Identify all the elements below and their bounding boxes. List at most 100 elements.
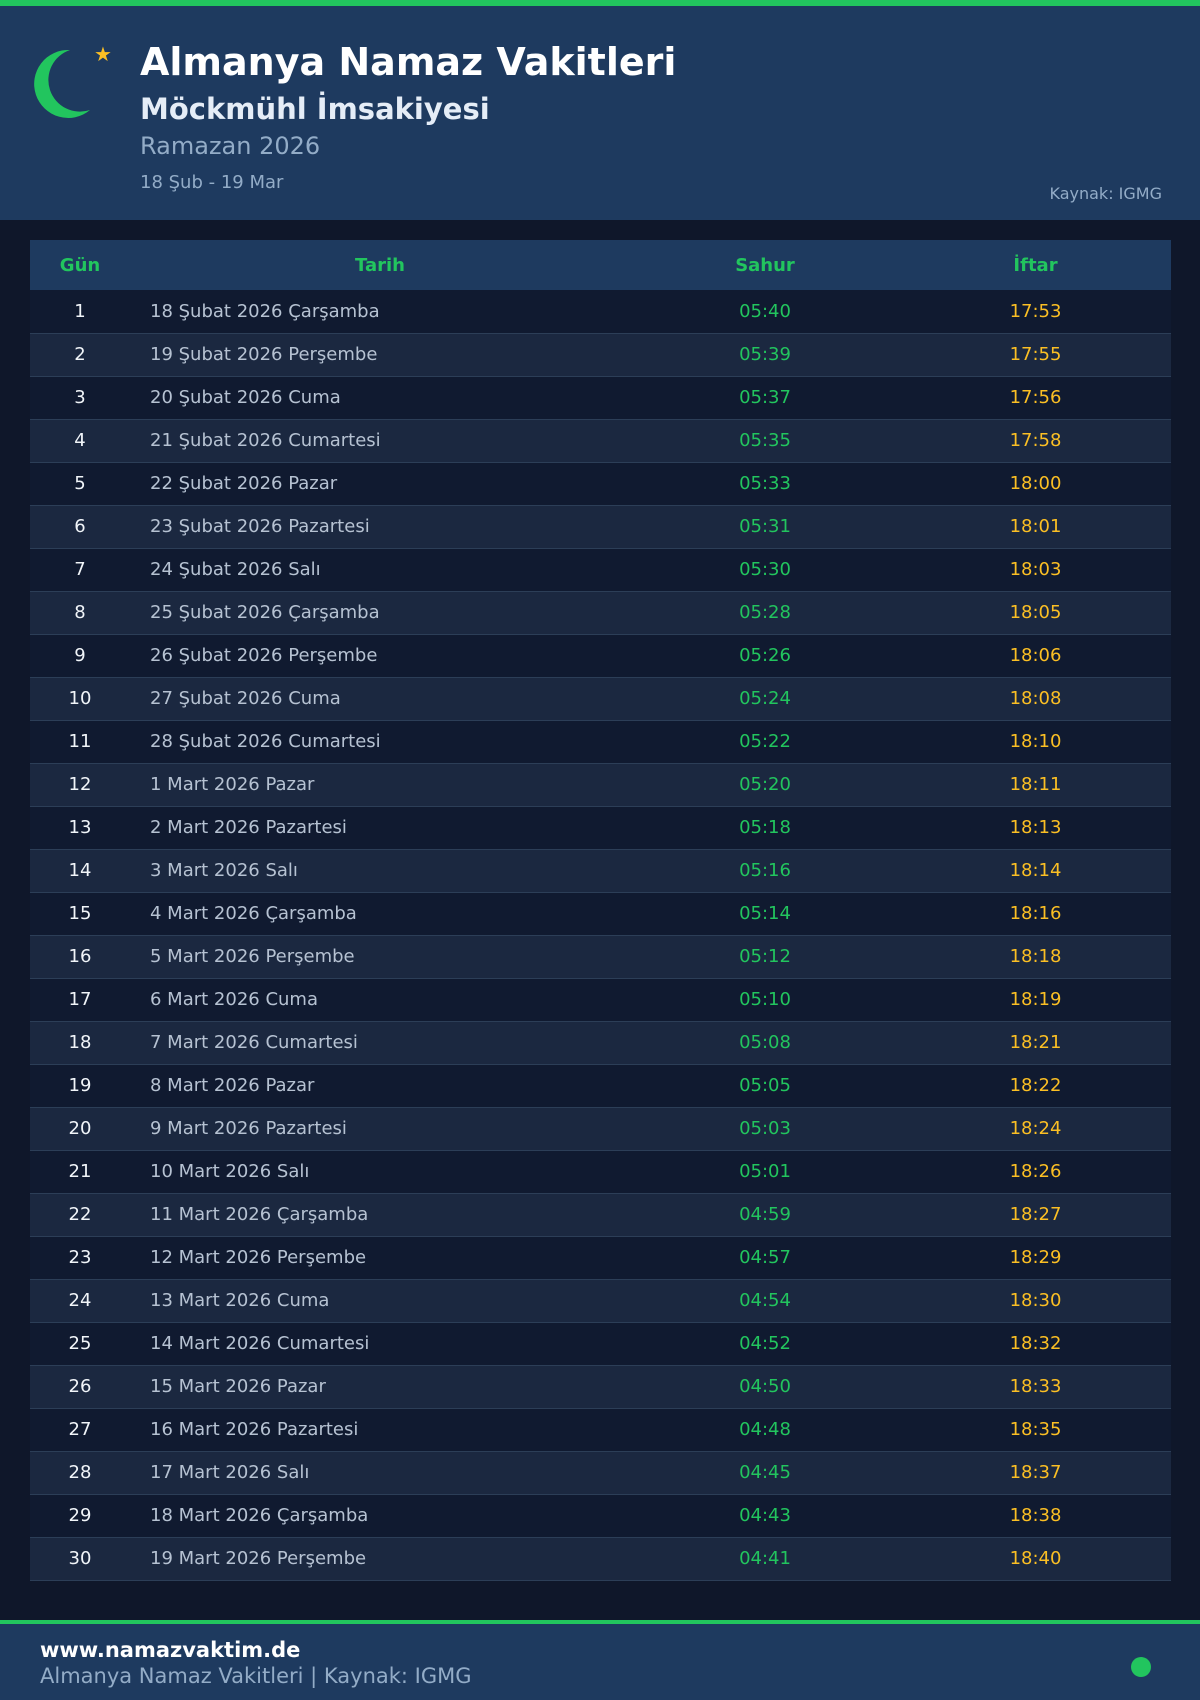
cell-day: 3	[74, 387, 86, 408]
table-row: 3 20 Şubat 2026 Cuma 05:37 17:56	[30, 376, 1171, 419]
cell-day: 5	[74, 473, 86, 494]
cell-sahur: 05:18	[739, 817, 791, 838]
table-row: 21 10 Mart 2026 Salı 05:01 18:26	[30, 1150, 1171, 1193]
cell-date: 3 Mart 2026 Salı	[150, 860, 298, 881]
cell-sahur: 05:12	[739, 946, 791, 967]
cell-day: 26	[68, 1376, 92, 1397]
cell-iftar: 18:27	[1009, 1204, 1062, 1225]
table-row: 12 1 Mart 2026 Pazar 05:20 18:11	[30, 763, 1171, 806]
cell-sahur: 04:50	[739, 1376, 791, 1397]
cell-date: 19 Mart 2026 Perşembe	[150, 1548, 367, 1569]
cell-date: 26 Şubat 2026 Perşembe	[150, 645, 378, 666]
cell-iftar: 18:13	[1009, 817, 1062, 838]
cell-sahur: 05:26	[739, 645, 791, 666]
cell-date: 6 Mart 2026 Cuma	[150, 989, 318, 1010]
cell-sahur: 04:45	[739, 1462, 791, 1483]
cell-sahur: 05:37	[739, 387, 791, 408]
cell-day: 15	[68, 903, 92, 924]
cell-iftar: 18:00	[1009, 473, 1062, 494]
cell-date: 7 Mart 2026 Cumartesi	[150, 1032, 358, 1053]
cell-iftar: 18:30	[1009, 1290, 1062, 1311]
table-row: 5 22 Şubat 2026 Pazar 05:33 18:00	[30, 462, 1171, 505]
table-row: 1 18 Şubat 2026 Çarşamba 05:40 17:53	[30, 290, 1171, 333]
cell-iftar: 18:35	[1009, 1419, 1062, 1440]
cell-day: 19	[68, 1075, 92, 1096]
cell-date: 10 Mart 2026 Salı	[150, 1161, 310, 1182]
cell-iftar: 18:37	[1009, 1462, 1062, 1483]
cell-iftar: 18:16	[1009, 903, 1062, 924]
cell-day: 6	[74, 516, 86, 537]
cell-day: 22	[68, 1204, 92, 1225]
table-row: 26 15 Mart 2026 Pazar 04:50 18:33	[30, 1365, 1171, 1408]
cell-day: 9	[74, 645, 86, 666]
cell-date: 12 Mart 2026 Perşembe	[150, 1247, 367, 1268]
cell-iftar: 17:53	[1009, 300, 1062, 322]
cell-sahur: 04:54	[739, 1290, 791, 1311]
cell-date: 28 Şubat 2026 Cumartesi	[150, 731, 381, 752]
cell-date: 17 Mart 2026 Salı	[150, 1462, 310, 1483]
cell-sahur: 04:41	[739, 1548, 791, 1569]
table-row: 20 9 Mart 2026 Pazartesi 05:03 18:24	[30, 1107, 1171, 1150]
cell-sahur: 05:08	[739, 1032, 791, 1053]
cell-day: 24	[68, 1290, 92, 1311]
cell-sahur: 05:14	[739, 903, 791, 924]
page-subtitle: Möckmühl İmsakiyesi	[140, 92, 490, 126]
cell-date: 22 Şubat 2026 Pazar	[150, 473, 338, 494]
cell-sahur: 05:40	[739, 300, 791, 322]
cell-sahur: 05:33	[739, 473, 791, 494]
cell-date: 9 Mart 2026 Pazartesi	[150, 1118, 347, 1139]
cell-iftar: 17:55	[1009, 344, 1062, 365]
cell-sahur: 05:24	[739, 688, 791, 709]
cell-day: 28	[68, 1462, 92, 1483]
column-header-date: Tarih	[355, 254, 405, 276]
cell-sahur: 05:03	[739, 1118, 791, 1139]
table-row: 22 11 Mart 2026 Çarşamba 04:59 18:27	[30, 1193, 1171, 1236]
cell-date: 19 Şubat 2026 Perşembe	[150, 344, 378, 365]
cell-date: 24 Şubat 2026 Salı	[150, 559, 321, 580]
cell-day: 17	[68, 989, 92, 1010]
page-footer: www.namazvaktim.de Almanya Namaz Vakitle…	[0, 1620, 1200, 1700]
cell-date: 27 Şubat 2026 Cuma	[150, 688, 341, 709]
column-header-day: Gün	[59, 254, 101, 276]
table-row: 23 12 Mart 2026 Perşembe 04:57 18:29	[30, 1236, 1171, 1279]
cell-sahur: 05:05	[739, 1075, 791, 1096]
cell-date: 13 Mart 2026 Cuma	[150, 1290, 330, 1311]
cell-sahur: 04:59	[739, 1204, 791, 1225]
cell-sahur: 05:35	[739, 430, 791, 451]
cell-day: 20	[68, 1118, 92, 1139]
cell-iftar: 18:24	[1009, 1118, 1062, 1139]
footer-site-link[interactable]: www.namazvaktim.de	[40, 1638, 300, 1662]
cell-day: 23	[68, 1247, 92, 1268]
column-header-iftar: İftar	[1013, 254, 1058, 276]
cell-iftar: 18:21	[1009, 1032, 1062, 1053]
period-label: Ramazan 2026	[140, 132, 321, 160]
table-row: 27 16 Mart 2026 Pazartesi 04:48 18:35	[30, 1408, 1171, 1451]
table-row: 19 8 Mart 2026 Pazar 05:05 18:22	[30, 1064, 1171, 1107]
crescent-moon-icon	[34, 49, 90, 118]
table-row: 11 28 Şubat 2026 Cumartesi 05:22 18:10	[30, 720, 1171, 763]
cell-day: 21	[68, 1161, 92, 1182]
cell-day: 11	[68, 731, 92, 752]
cell-sahur: 05:28	[739, 602, 791, 623]
cell-day: 10	[68, 688, 92, 709]
cell-iftar: 18:32	[1009, 1333, 1062, 1354]
star-icon: ★	[94, 42, 112, 66]
cell-iftar: 18:05	[1009, 602, 1062, 623]
table-row: 30 19 Mart 2026 Perşembe 04:41 18:40	[30, 1537, 1171, 1580]
table-header-row: Gün Tarih Sahur İftar	[30, 240, 1171, 290]
cell-sahur: 05:30	[739, 559, 791, 580]
cell-day: 2	[74, 344, 86, 365]
cell-iftar: 18:06	[1009, 645, 1062, 666]
table-row: 7 24 Şubat 2026 Salı 05:30 18:03	[30, 548, 1171, 591]
cell-iftar: 18:38	[1009, 1505, 1062, 1526]
cell-iftar: 18:01	[1009, 516, 1062, 537]
cell-iftar: 18:10	[1009, 731, 1062, 752]
cell-iftar: 18:33	[1009, 1376, 1062, 1397]
cell-sahur: 05:20	[739, 774, 791, 795]
cell-sahur: 04:52	[739, 1333, 791, 1354]
cell-day: 29	[68, 1505, 92, 1526]
cell-date: 8 Mart 2026 Pazar	[150, 1075, 315, 1096]
table-row: 17 6 Mart 2026 Cuma 05:10 18:19	[30, 978, 1171, 1021]
cell-iftar: 18:03	[1009, 559, 1062, 580]
cell-iftar: 18:29	[1009, 1247, 1062, 1268]
